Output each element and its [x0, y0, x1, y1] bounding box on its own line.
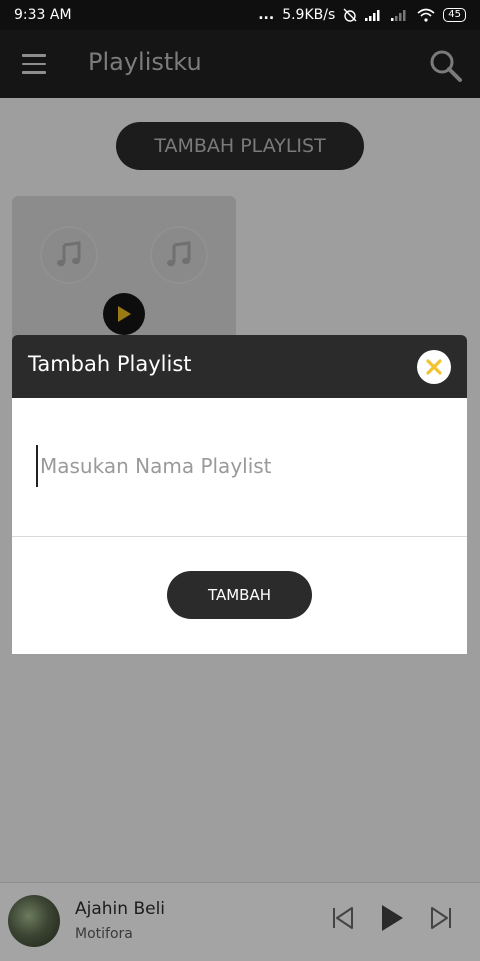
signal-weak-icon — [391, 10, 406, 21]
app-title: Playlistku — [88, 48, 202, 76]
music-note-icon — [150, 226, 208, 284]
play-icon — [118, 306, 131, 322]
search-icon[interactable] — [428, 48, 464, 84]
previous-icon[interactable] — [330, 905, 356, 931]
track-artist: Motifora — [75, 926, 133, 942]
track-title: Ajahin Beli — [75, 899, 166, 919]
playlist-card[interactable] — [12, 196, 236, 346]
add-playlist-dialog: Tambah Playlist TAMBAH — [12, 335, 467, 654]
add-playlist-button[interactable]: TAMBAH PLAYLIST — [116, 122, 364, 170]
wifi-icon — [417, 8, 435, 22]
dialog-title: Tambah Playlist — [28, 352, 192, 376]
network-speed: 5.9KB/s — [282, 7, 336, 23]
status-indicators: ... 5.9KB/s 45 — [258, 7, 466, 23]
notification-dots: ... — [258, 7, 275, 23]
next-icon[interactable] — [428, 905, 454, 931]
music-note-icon — [40, 226, 98, 284]
divider — [12, 536, 467, 537]
submit-button[interactable]: TAMBAH — [167, 571, 312, 619]
signal-icon — [365, 10, 380, 21]
status-bar: 9:33 AM ... 5.9KB/s 45 — [0, 0, 480, 30]
play-icon[interactable] — [378, 903, 406, 933]
dialog-body: TAMBAH — [12, 398, 467, 654]
mini-player[interactable]: Ajahin Beli Motifora — [0, 882, 480, 961]
app-bar: Playlistku — [0, 30, 480, 98]
alarm-off-icon — [343, 8, 357, 22]
playlist-play-button[interactable] — [103, 293, 145, 335]
close-button[interactable] — [417, 350, 451, 384]
status-time: 9:33 AM — [14, 7, 72, 23]
menu-icon[interactable] — [22, 54, 46, 74]
album-art — [8, 895, 60, 947]
close-icon — [426, 359, 442, 375]
battery-indicator: 45 — [443, 8, 466, 22]
dialog-header: Tambah Playlist — [12, 335, 467, 398]
playlist-name-input[interactable] — [36, 445, 442, 487]
